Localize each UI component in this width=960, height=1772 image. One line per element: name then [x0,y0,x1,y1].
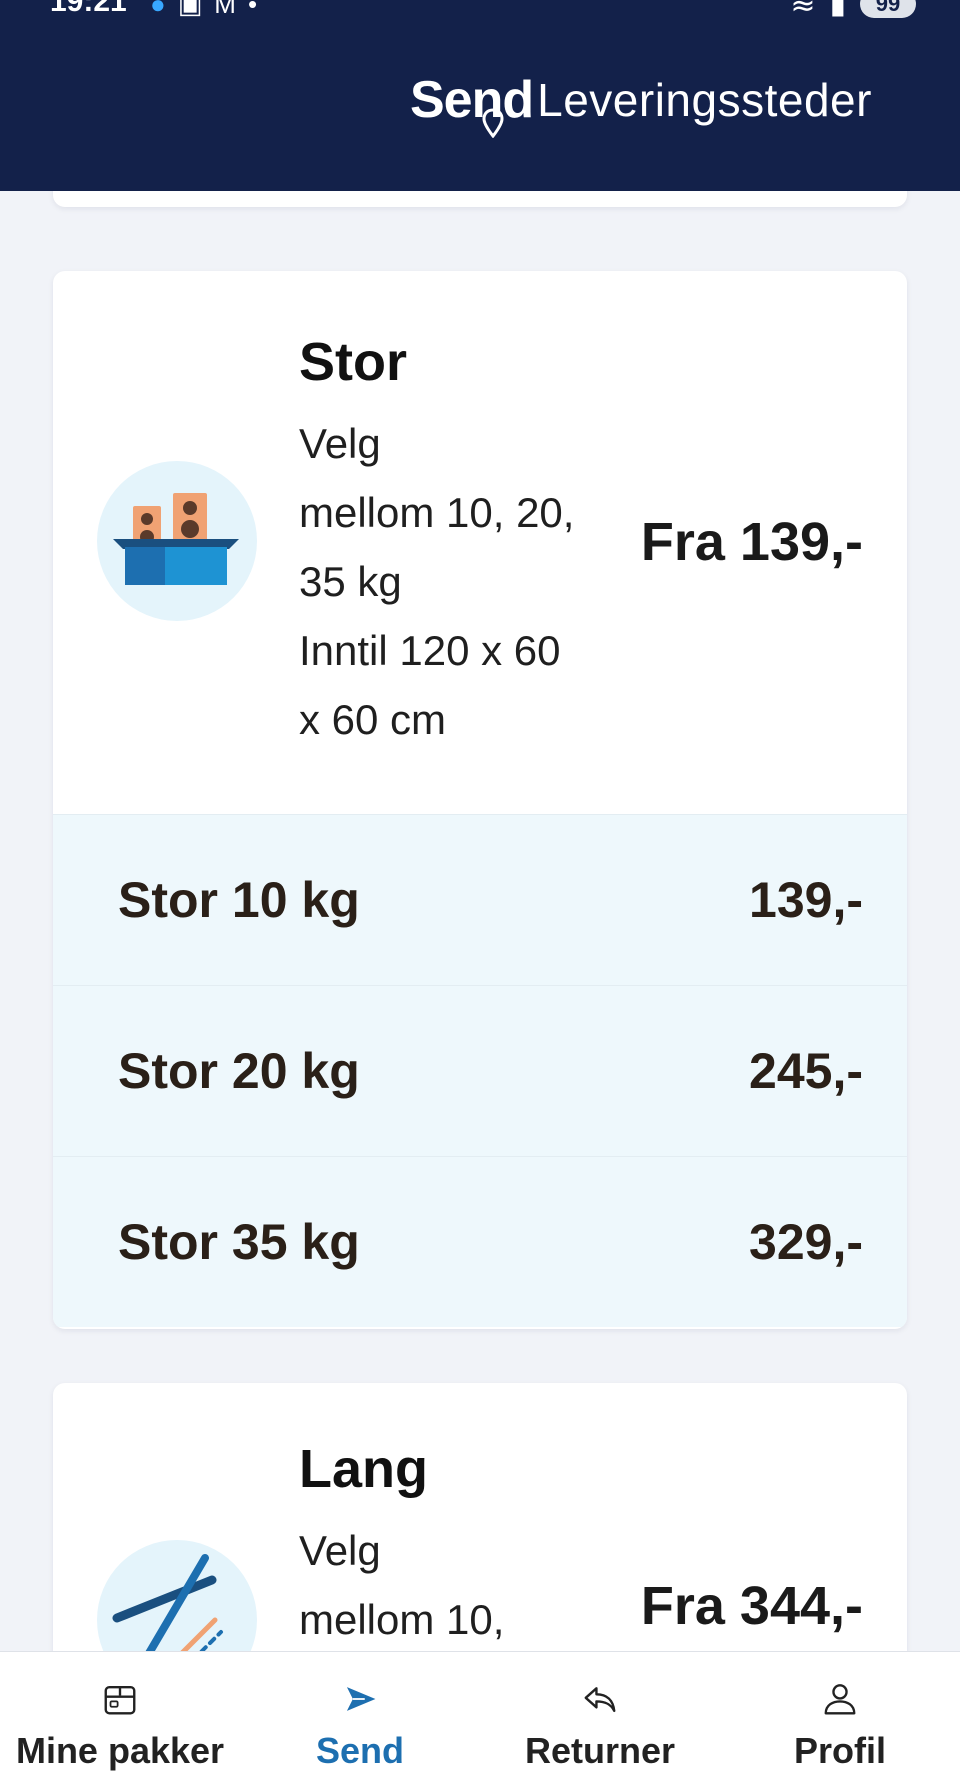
card-description: Velg mellom 10, 20, 35 kg Inntil 120 x 6… [299,409,619,754]
nav-label: Mine pakker [15,1730,225,1771]
description-line: Velg [299,420,381,467]
size-card-stor[interactable]: Stor Velg mellom 10, 20, 35 kg Inntil 12… [53,271,907,1329]
user-icon [824,1684,856,1715]
card-title: Lang [299,1439,428,1499]
nav-label: Send [315,1730,404,1771]
nav-send[interactable]: Send [240,1652,480,1772]
card-text: Stor Velg mellom 10, 20, 35 kg Inntil 12… [299,331,619,754]
package-icon [104,1685,136,1715]
mail-icon: M [214,0,236,19]
option-stor-20kg[interactable]: Stor 20 kg 245,- [53,985,907,1156]
description-line: Velg [299,1527,381,1574]
send-arrow-icon [346,1687,376,1711]
status-bar: 19:21 ● ▣ M • ≋ ▮ 99 [0,0,960,24]
status-time: 19:21 [50,0,127,18]
system-icons: ≋ ▮ 99 [790,0,916,20]
app-header: 19:21 ● ▣ M • ≋ ▮ 99 Send Leveringsstede… [0,0,960,191]
description-line: mellom 10, 20, [299,489,575,536]
dot-icon: • [247,0,258,19]
signal-icon: ▮ [829,0,846,20]
nav-mine-pakker[interactable]: Mine pakker [0,1652,240,1772]
nav-profil[interactable]: Profil [720,1652,960,1772]
wifi-icon: ≋ [790,0,816,20]
scan-icon: ▣ [177,0,203,19]
option-stor-10kg[interactable]: Stor 10 kg 139,- [53,814,907,985]
battery-indicator: 99 [860,0,916,18]
option-stor-35kg[interactable]: Stor 35 kg 329,- [53,1156,907,1327]
nav-label: Profil [793,1730,886,1771]
size-card-lang[interactable]: Lang Velg mellom 10, Fra 344,- [53,1383,907,1651]
location-pin-icon [482,108,504,138]
description-line: mellom 10, [299,1596,505,1643]
card-text: Lang Velg mellom 10, [299,1438,619,1651]
description-line: x 60 cm [299,696,447,743]
card-description: Velg mellom 10, [299,1516,619,1651]
card-header[interactable]: Lang Velg mellom 10, Fra 344,- [53,1383,907,1651]
boxed-speakers-icon [97,461,257,621]
description-line: Inntil 120 x 60 [299,627,561,674]
option-label: Stor 35 kg [118,1214,360,1270]
card-title: Stor [299,332,407,392]
previous-card[interactable] [53,191,907,207]
option-label: Stor 20 kg [118,1043,360,1099]
package-size-list[interactable]: Stor Velg mellom 10, 20, 35 kg Inntil 12… [0,191,960,1651]
messenger-icon: ● [150,0,166,19]
option-label: Stor 10 kg [118,872,360,928]
card-header[interactable]: Stor Velg mellom 10, 20, 35 kg Inntil 12… [53,271,907,814]
option-price: 245,- [749,1043,863,1099]
nav-label: Returner [524,1730,676,1771]
nav-returner[interactable]: Returner [480,1652,720,1772]
header-title[interactable]: Leveringssteder [537,73,872,127]
price-from: Fra 344,- [640,1576,863,1636]
send-logo: Send [410,71,534,129]
price-from: Fra 139,- [640,512,863,572]
option-price: 329,- [749,1214,863,1270]
bottom-navigation: Mine pakker Send Returner Profil [0,1651,960,1772]
brand: Send Leveringssteder [410,70,872,138]
return-arrow-icon [584,1687,616,1713]
skis-icon [97,1540,257,1651]
description-line: 35 kg [299,558,402,605]
notification-icons: ● ▣ M • [150,0,258,19]
option-price: 139,- [749,872,863,928]
